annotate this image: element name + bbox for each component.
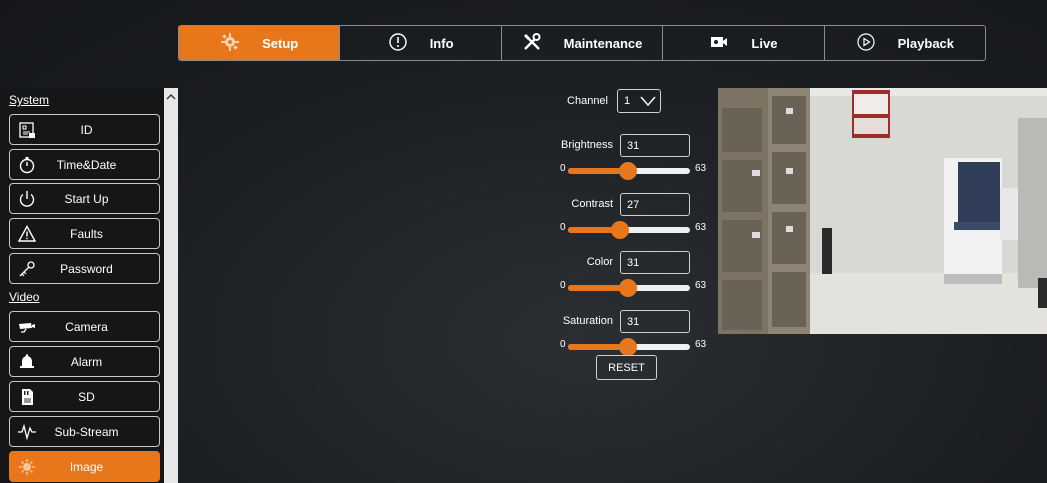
tab-label: Live (751, 35, 778, 51)
section-title-system: System (9, 93, 50, 107)
range-max-label: 63 (695, 163, 707, 174)
top-nav: Setup Info Maintenance Live Playback (178, 25, 986, 61)
slider-track[interactable] (568, 279, 690, 297)
slider-thumb[interactable] (618, 162, 637, 180)
sidebar-item-label: Start Up (64, 191, 109, 206)
image-gear-icon (10, 452, 44, 481)
play-circle-icon (856, 32, 876, 55)
tab-live[interactable]: Live (663, 26, 825, 60)
range-max-label: 63 (695, 280, 707, 291)
slider-thumb[interactable] (618, 338, 637, 356)
tab-label: Setup (262, 35, 299, 51)
slider-label: Color (586, 256, 613, 268)
slider-label: Saturation (562, 315, 613, 327)
slider-track[interactable] (568, 162, 690, 180)
tab-info[interactable]: Info (340, 26, 502, 60)
range-min-label: 0 (560, 163, 566, 174)
sidebar-item-time-date[interactable]: Time&Date (9, 149, 160, 180)
bell-icon (10, 347, 44, 376)
sidebar-item-password[interactable]: Password (9, 253, 160, 284)
channel-select[interactable]: 1 (617, 89, 661, 113)
warning-icon (10, 219, 44, 248)
sidebar-item-label: Time&Date (56, 157, 117, 172)
id-card-icon (10, 115, 44, 144)
sidebar-item-sub-stream[interactable]: Sub-Stream (9, 416, 160, 447)
sd-card-icon (10, 382, 44, 411)
tab-maintenance[interactable]: Maintenance (502, 26, 664, 60)
reset-button[interactable]: RESET (596, 355, 657, 380)
slider-value-input[interactable] (620, 193, 690, 216)
camera-live-icon (709, 32, 729, 55)
slider-thumb[interactable] (618, 279, 637, 297)
scroll-up-icon[interactable] (164, 92, 178, 108)
sidebar-item-label: Camera (65, 319, 108, 334)
gear-icon (220, 32, 240, 55)
sidebar-item-label: Faults (70, 226, 103, 241)
power-icon (10, 184, 44, 213)
tools-icon (522, 32, 542, 55)
channel-value: 1 (624, 95, 631, 107)
range-max-label: 63 (695, 339, 707, 350)
waveform-icon (10, 417, 44, 446)
tab-playback[interactable]: Playback (825, 26, 985, 60)
slider-value-input[interactable] (620, 134, 690, 157)
tab-label: Maintenance (563, 35, 643, 51)
camera-preview-image (718, 88, 1047, 334)
slider-label: Brightness (561, 139, 613, 151)
sidebar-item-label: Alarm (70, 354, 103, 369)
range-min-label: 0 (560, 339, 566, 350)
sidebar-item-camera[interactable]: Camera (9, 311, 160, 342)
sidebar-item-id[interactable]: ID (9, 114, 160, 145)
sidebar-scrollbar[interactable] (164, 88, 178, 483)
tab-label: Playback (897, 35, 955, 51)
range-max-label: 63 (695, 222, 707, 233)
camera-preview (718, 88, 1047, 334)
sidebar-item-faults[interactable]: Faults (9, 218, 160, 249)
sidebar-item-sd[interactable]: SD (9, 381, 160, 412)
key-icon (10, 254, 44, 283)
sidebar: System ID Time&Date Start Up Faults Pass… (0, 88, 178, 483)
sidebar-item-label: Image (69, 459, 104, 474)
range-min-label: 0 (560, 222, 566, 233)
camera-icon (10, 312, 44, 341)
stopwatch-icon (10, 150, 44, 179)
slider-track[interactable] (568, 221, 690, 239)
slider-value-input[interactable] (620, 251, 690, 274)
channel-label: Channel (567, 95, 608, 107)
sidebar-item-start-up[interactable]: Start Up (9, 183, 160, 214)
range-min-label: 0 (560, 280, 566, 291)
slider-track[interactable] (568, 338, 690, 356)
sidebar-item-alarm[interactable]: Alarm (9, 346, 160, 377)
tab-label: Info (429, 35, 454, 51)
sidebar-item-label: SD (78, 389, 95, 404)
sidebar-item-label: Sub-Stream (54, 424, 119, 439)
sidebar-item-label: ID (80, 122, 93, 137)
slider-label: Contrast (571, 198, 613, 210)
tab-setup[interactable]: Setup (179, 26, 341, 60)
section-title-video: Video (9, 290, 40, 304)
sidebar-item-image[interactable]: Image (9, 451, 160, 482)
slider-value-input[interactable] (620, 310, 690, 333)
sidebar-item-label: Password (60, 261, 113, 276)
info-icon (388, 32, 408, 55)
